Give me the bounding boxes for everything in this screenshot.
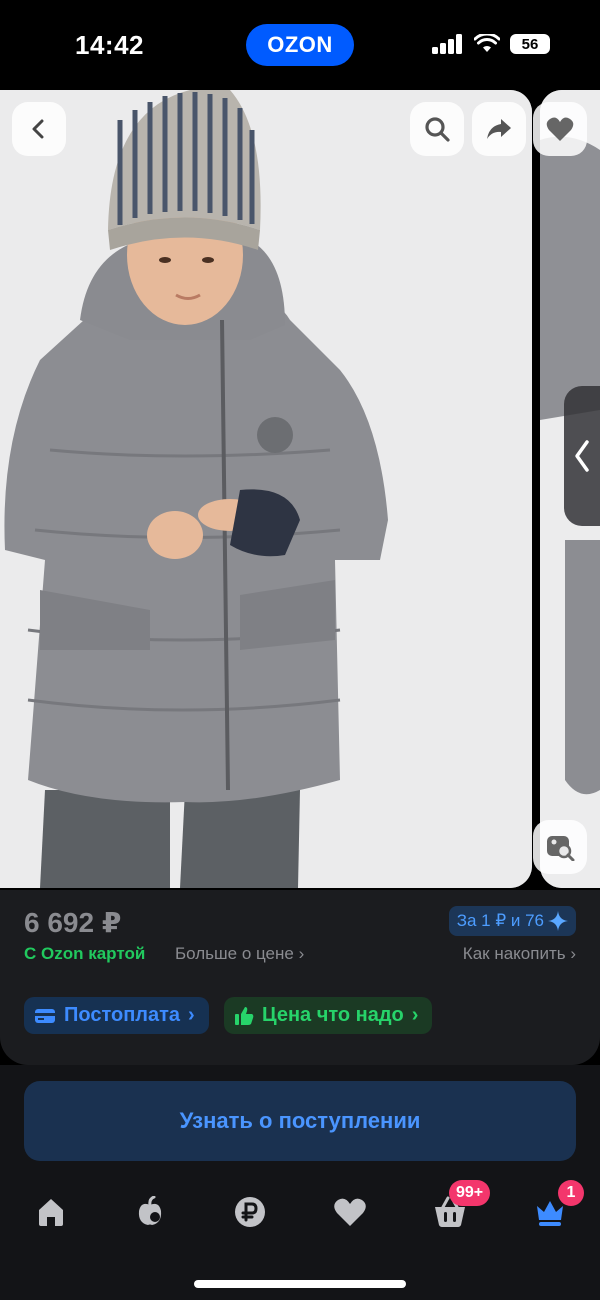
- search-icon: [425, 117, 450, 142]
- heart-icon: [546, 117, 574, 141]
- ozon-card-label: С Ozon картой: [24, 944, 146, 963]
- chevron-right-icon: ›: [188, 1004, 195, 1026]
- good-price-chip[interactable]: Цена что надо ›: [224, 997, 433, 1034]
- product-gallery[interactable]: [0, 90, 600, 890]
- back-button[interactable]: [12, 102, 66, 156]
- next-image-arrow[interactable]: [564, 386, 600, 526]
- chevron-left-icon: [575, 440, 589, 472]
- thumbs-up-icon: [235, 1006, 254, 1025]
- chevron-right-icon: ›: [411, 1004, 419, 1026]
- tab-home[interactable]: [27, 1188, 75, 1236]
- tab-finance[interactable]: [226, 1188, 274, 1236]
- product-price: 6 692 ₽: [24, 907, 122, 938]
- chevron-right-icon: ›: [298, 944, 305, 963]
- share-button[interactable]: [472, 102, 526, 156]
- status-time: 14:42: [75, 30, 144, 60]
- home-icon: [39, 1199, 63, 1226]
- wallet-icon: [35, 1008, 55, 1023]
- good-price-label: Цена что надо: [262, 1004, 404, 1026]
- how-to-accumulate-link[interactable]: Как накопить ›: [463, 944, 576, 964]
- visual-search-button[interactable]: [533, 820, 587, 874]
- heart-icon: [334, 1198, 366, 1226]
- tab-fresh[interactable]: [126, 1188, 174, 1236]
- signal-icon: [432, 34, 462, 54]
- chevron-left-icon: [32, 119, 44, 139]
- cart-badge: 99+: [449, 1180, 491, 1206]
- bonus-text: За 1 ₽ и 76: [456, 911, 544, 930]
- favorite-button[interactable]: [533, 102, 587, 156]
- profile-badge: 1: [558, 1180, 584, 1206]
- wifi-icon: [474, 34, 500, 52]
- more-about-price-link[interactable]: Больше о цене ›: [175, 944, 304, 964]
- chevron-right-icon: ›: [570, 944, 576, 963]
- tab-favorites[interactable]: [326, 1188, 374, 1236]
- postpayment-chip[interactable]: Постоплата ›: [24, 997, 209, 1034]
- ruble-icon: [235, 1197, 265, 1227]
- status-icons: 56: [432, 34, 550, 54]
- share-arrow-icon: [487, 119, 511, 139]
- postpayment-label: Постоплата: [64, 1004, 181, 1026]
- tab-bar: 99+ 1: [0, 1180, 600, 1244]
- how-to-accumulate-label: Как накопить: [462, 944, 566, 963]
- battery-indicator: 56: [510, 34, 550, 54]
- fresh-icon: [138, 1196, 162, 1225]
- ozon-app-pill[interactable]: OZON: [246, 24, 354, 66]
- product-info-panel: 6 692 ₽ За 1 ₽ и 76 С Ozon картой Больше…: [0, 890, 600, 1065]
- search-button[interactable]: [410, 102, 464, 156]
- bonus-badge[interactable]: За 1 ₽ и 76: [448, 906, 576, 936]
- home-indicator: [194, 1280, 406, 1288]
- image-search-icon: [547, 836, 575, 861]
- status-bar: 14:42 OZON 56: [0, 0, 600, 90]
- notify-arrival-button[interactable]: Узнать о поступлении: [24, 1081, 576, 1161]
- product-photo[interactable]: [0, 90, 532, 888]
- more-about-price-label: Больше о цене: [175, 944, 294, 963]
- sparkle-icon: [548, 911, 568, 931]
